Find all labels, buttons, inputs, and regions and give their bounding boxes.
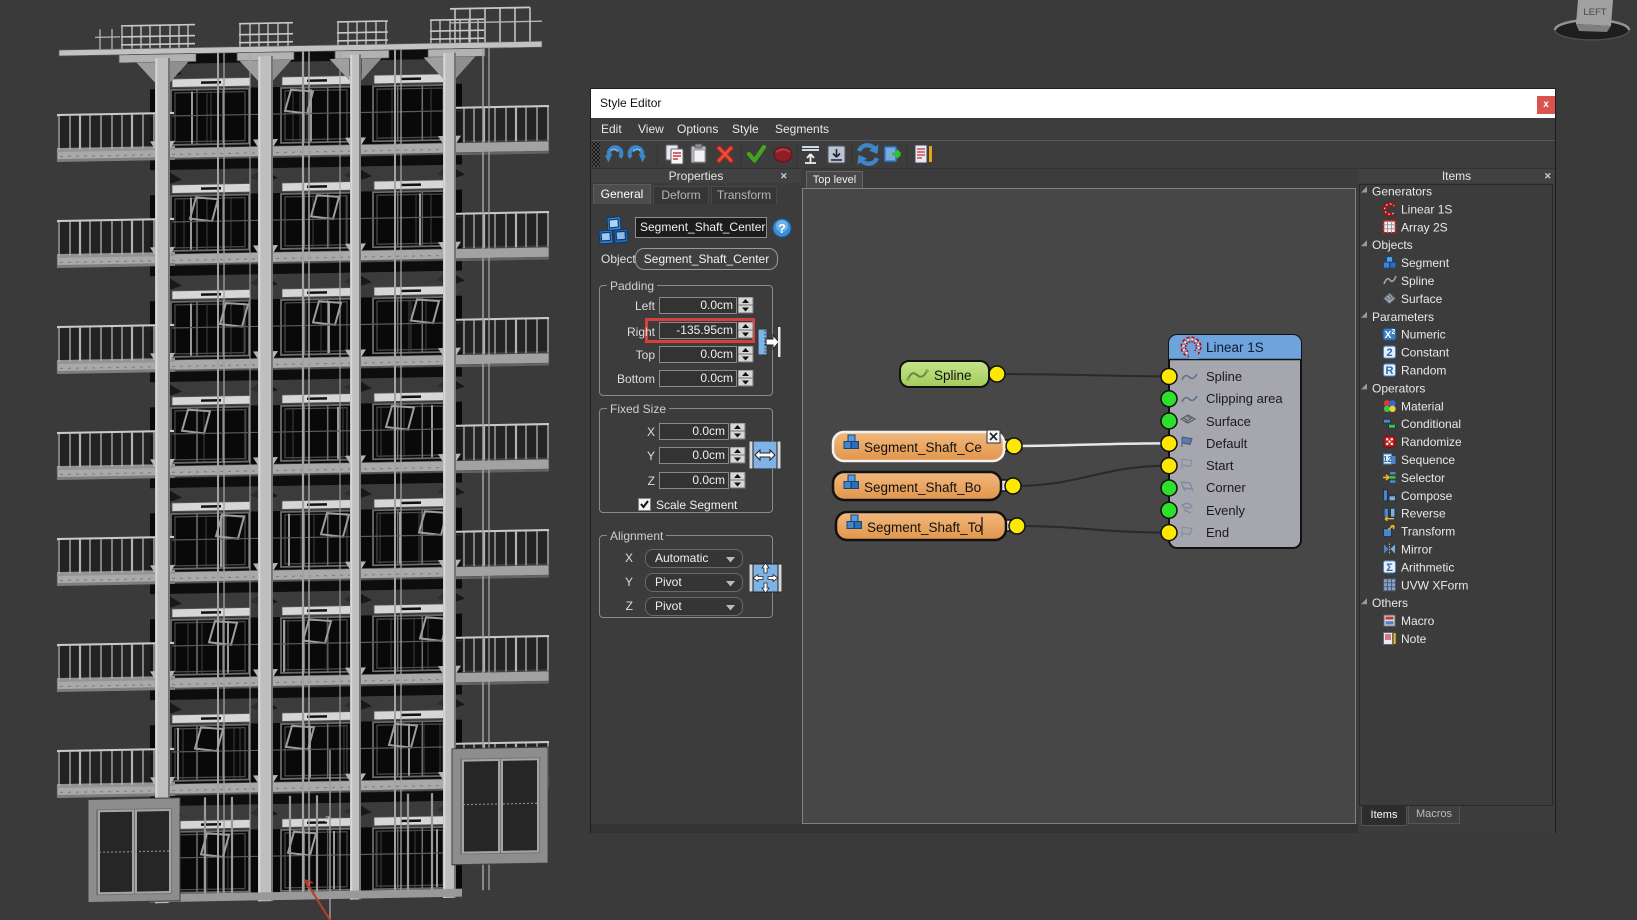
svg-text:Clipping area: Clipping area — [1206, 391, 1283, 406]
svg-text:Constant: Constant — [1401, 346, 1450, 360]
svg-text:2: 2 — [1386, 347, 1392, 359]
svg-text:Selector: Selector — [1401, 471, 1445, 485]
svg-text:Segment: Segment — [1401, 256, 1450, 270]
svg-text:Corner: Corner — [1206, 480, 1246, 495]
svg-text:Segment_Shaft_To: Segment_Shaft_To — [867, 520, 982, 535]
svg-text:Surface: Surface — [1401, 292, 1443, 306]
svg-text:Default: Default — [1206, 436, 1248, 451]
svg-text:Spline: Spline — [934, 368, 972, 383]
svg-text:Mirror: Mirror — [1401, 543, 1432, 557]
svg-text:UVW XForm: UVW XForm — [1401, 578, 1468, 592]
svg-text:Sequence: Sequence — [1401, 453, 1455, 467]
svg-text:LEFT: LEFT — [1583, 7, 1606, 18]
svg-text:Array 2S: Array 2S — [1401, 220, 1448, 234]
svg-text:Others: Others — [1372, 596, 1408, 610]
svg-text:Material: Material — [1401, 399, 1444, 413]
svg-text:Parameters: Parameters — [1372, 310, 1434, 324]
svg-text:Surface: Surface — [1206, 414, 1251, 429]
svg-text:Spline: Spline — [1206, 369, 1242, 384]
svg-text:Objects: Objects — [1372, 238, 1413, 252]
svg-text:Operators: Operators — [1372, 381, 1425, 395]
svg-text:12: 12 — [1383, 455, 1392, 464]
svg-text:Note: Note — [1401, 632, 1427, 646]
svg-text:Compose: Compose — [1401, 489, 1453, 503]
svg-text:Evenly: Evenly — [1206, 503, 1246, 518]
svg-text:Arithmetic: Arithmetic — [1401, 560, 1454, 574]
svg-text:Numeric: Numeric — [1401, 328, 1446, 342]
svg-text:Segment_Shaft_Bo: Segment_Shaft_Bo — [864, 480, 981, 495]
svg-text:R: R — [1386, 365, 1394, 377]
svg-text:End: End — [1206, 525, 1229, 540]
svg-text:2: 2 — [1391, 329, 1395, 336]
svg-text:Randomize: Randomize — [1401, 435, 1462, 449]
svg-text:Segment_Shaft_Ce: Segment_Shaft_Ce — [864, 440, 982, 455]
svg-text:Linear 1S: Linear 1S — [1206, 340, 1264, 355]
svg-text:Macro: Macro — [1401, 614, 1435, 628]
svg-text:Generators: Generators — [1372, 185, 1432, 199]
svg-text:Reverse: Reverse — [1401, 507, 1446, 521]
svg-text:Σ: Σ — [1386, 562, 1393, 574]
svg-text:Spline: Spline — [1401, 274, 1435, 288]
svg-text:Start: Start — [1206, 458, 1234, 473]
svg-text:Transform: Transform — [1401, 525, 1455, 539]
svg-text:?: ? — [778, 221, 786, 236]
svg-text:Random: Random — [1401, 364, 1446, 378]
svg-text:z: z — [325, 814, 330, 825]
svg-text:Conditional: Conditional — [1401, 417, 1461, 431]
svg-text:Linear 1S: Linear 1S — [1401, 202, 1452, 216]
